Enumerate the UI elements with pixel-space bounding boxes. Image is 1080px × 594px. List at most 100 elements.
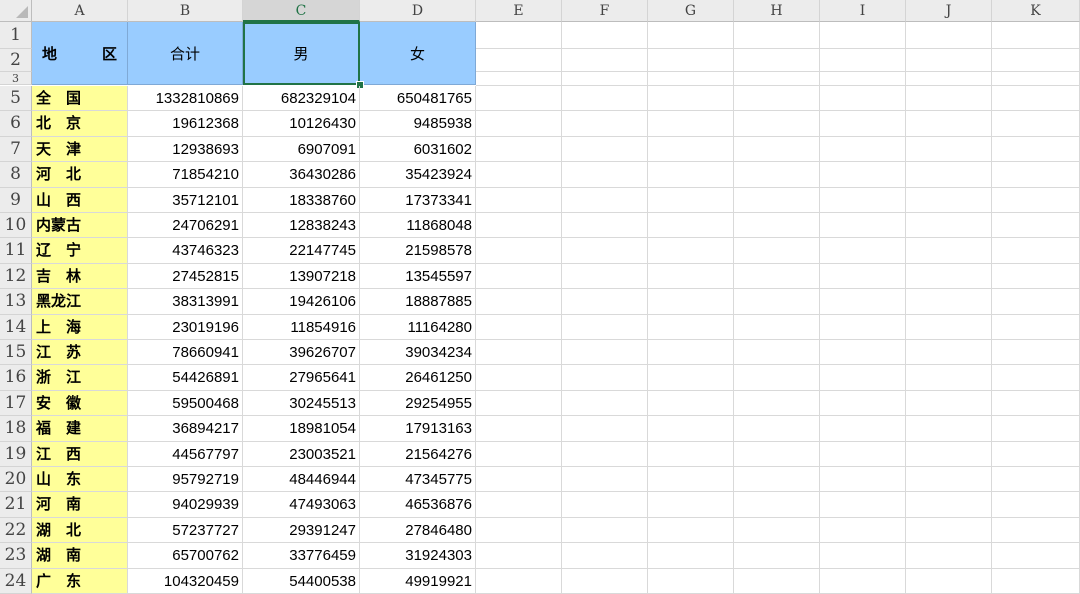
empty-cell[interactable] [992,111,1080,137]
female-cell[interactable]: 21564276 [360,441,476,467]
empty-cell[interactable] [992,136,1080,163]
empty-cell[interactable] [906,213,992,239]
empty-cell[interactable] [648,517,734,544]
empty-cell[interactable] [906,111,992,137]
empty-cell[interactable] [562,263,648,290]
empty-cell[interactable] [562,314,648,340]
cell-h3[interactable] [734,72,820,86]
female-cell[interactable]: 18887885 [360,289,476,315]
empty-cell[interactable] [562,365,648,391]
female-cell[interactable]: 47345775 [360,467,476,493]
region-cell[interactable]: 黑龙江 [32,289,128,315]
column-header-d[interactable]: D [360,0,476,22]
empty-cell[interactable] [648,416,734,442]
row-header[interactable]: 9 [0,187,32,213]
female-cell[interactable]: 13545597 [360,263,476,290]
row-header[interactable]: 16 [0,365,32,391]
column-header-g[interactable]: G [648,0,734,22]
empty-cell[interactable] [734,568,820,594]
row-header[interactable]: 7 [0,136,32,163]
empty-cell[interactable] [648,467,734,493]
row-header[interactable]: 8 [0,162,32,188]
empty-cell[interactable] [906,86,992,112]
empty-cell[interactable] [734,390,820,417]
total-cell[interactable]: 57237727 [128,517,243,544]
empty-cell[interactable] [906,162,992,188]
empty-cell[interactable] [992,314,1080,340]
row-header-2[interactable]: 2 [0,49,32,72]
empty-cell[interactable] [562,289,648,315]
row-header[interactable]: 13 [0,289,32,315]
female-cell[interactable]: 46536876 [360,492,476,518]
region-cell[interactable]: 湖 南 [32,543,128,569]
header-female-cell[interactable]: 女 [360,22,476,85]
empty-cell[interactable] [820,390,906,417]
empty-cell[interactable] [648,238,734,264]
male-cell[interactable]: 18981054 [243,416,360,442]
female-cell[interactable]: 39034234 [360,340,476,366]
region-cell[interactable]: 内蒙古 [32,213,128,239]
empty-cell[interactable] [562,213,648,239]
empty-cell[interactable] [476,517,562,544]
region-cell[interactable]: 广 东 [32,568,128,594]
cell-k2[interactable] [992,49,1080,72]
total-cell[interactable]: 43746323 [128,238,243,264]
header-male-cell[interactable]: 男 [243,22,360,85]
empty-cell[interactable] [734,238,820,264]
row-header[interactable]: 12 [0,263,32,290]
empty-cell[interactable] [648,187,734,213]
total-cell[interactable]: 65700762 [128,543,243,569]
empty-cell[interactable] [820,187,906,213]
cell-i1[interactable] [820,22,906,49]
empty-cell[interactable] [906,441,992,467]
column-header-c[interactable]: C [243,0,360,22]
empty-cell[interactable] [906,314,992,340]
empty-cell[interactable] [648,263,734,290]
total-cell[interactable]: 27452815 [128,263,243,290]
empty-cell[interactable] [562,543,648,569]
female-cell[interactable]: 49919921 [360,568,476,594]
cell-e1[interactable] [476,22,562,49]
female-cell[interactable]: 26461250 [360,365,476,391]
empty-cell[interactable] [906,187,992,213]
empty-cell[interactable] [820,162,906,188]
male-cell[interactable]: 30245513 [243,390,360,417]
empty-cell[interactable] [476,86,562,112]
region-cell[interactable]: 上 海 [32,314,128,340]
row-header[interactable]: 17 [0,390,32,417]
male-cell[interactable]: 48446944 [243,467,360,493]
total-cell[interactable]: 54426891 [128,365,243,391]
male-cell[interactable]: 22147745 [243,238,360,264]
empty-cell[interactable] [992,86,1080,112]
male-cell[interactable]: 6907091 [243,136,360,163]
male-cell[interactable]: 11854916 [243,314,360,340]
empty-cell[interactable] [734,213,820,239]
male-cell[interactable]: 33776459 [243,543,360,569]
empty-cell[interactable] [734,365,820,391]
cell-g1[interactable] [648,22,734,49]
cell-e2[interactable] [476,49,562,72]
empty-cell[interactable] [906,467,992,493]
female-cell[interactable]: 27846480 [360,517,476,544]
male-cell[interactable]: 36430286 [243,162,360,188]
male-cell[interactable]: 29391247 [243,517,360,544]
empty-cell[interactable] [562,492,648,518]
region-cell[interactable]: 河 南 [32,492,128,518]
empty-cell[interactable] [648,136,734,163]
empty-cell[interactable] [820,238,906,264]
header-total-cell[interactable]: 合计 [128,22,243,85]
column-header-k[interactable]: K [992,0,1080,22]
empty-cell[interactable] [648,390,734,417]
empty-cell[interactable] [476,568,562,594]
empty-cell[interactable] [992,467,1080,493]
empty-cell[interactable] [820,517,906,544]
region-cell[interactable]: 北 京 [32,111,128,137]
row-header-3[interactable]: 3 [0,72,32,85]
empty-cell[interactable] [906,543,992,569]
empty-cell[interactable] [820,86,906,112]
male-cell[interactable]: 47493063 [243,492,360,518]
empty-cell[interactable] [992,365,1080,391]
empty-cell[interactable] [992,543,1080,569]
row-header-1[interactable]: 1 [0,22,32,49]
empty-cell[interactable] [820,365,906,391]
